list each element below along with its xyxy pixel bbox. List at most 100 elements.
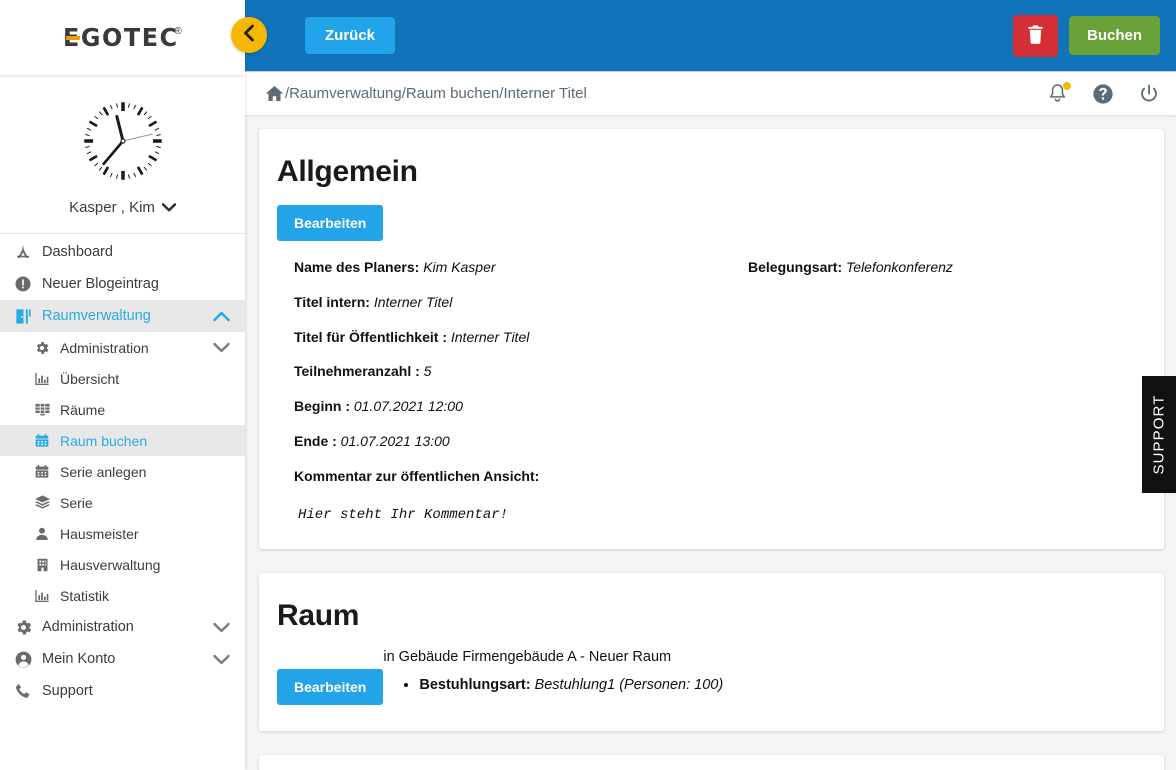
field-label: Titel für Öffentlichkeit :: [294, 328, 447, 345]
field-value: 01.07.2021 13:00: [340, 432, 450, 449]
door-icon: [10, 307, 36, 326]
logo-area[interactable]: EGOTEC ®: [0, 0, 245, 75]
sidebar-item-label: Administration: [42, 619, 134, 635]
card-allgemein: Allgemein Bearbeiten Name des Planers: K…: [259, 129, 1164, 549]
edit-allgemein-button[interactable]: Bearbeiten: [277, 205, 384, 241]
field-value: Telefonkonferenz: [846, 259, 953, 275]
content-area: Allgemein Bearbeiten Name des Planers: K…: [245, 115, 1176, 770]
sidebar: EGOTEC ® Kasper , Kim Dashboard Neuer Bl…: [0, 0, 245, 770]
logo: EGOTEC ®: [63, 25, 182, 50]
field-value: Interner Titel: [373, 293, 453, 310]
notification-badge: [1063, 81, 1071, 90]
delete-button[interactable]: [1012, 14, 1058, 57]
chevron-down-icon[interactable]: [211, 342, 231, 353]
dashboard-icon: [10, 243, 36, 261]
chevron-down-icon: [161, 203, 176, 212]
chart-icon: [30, 371, 54, 387]
sidebar-item-administration[interactable]: Administration: [0, 611, 245, 643]
field-label: Beginn :: [294, 398, 350, 415]
field-label: Titel intern:: [294, 293, 370, 310]
chevron-left-icon: [241, 24, 257, 47]
breadcrumb-actions: [1047, 81, 1160, 105]
sidebar-item-label: Hausverwaltung: [60, 556, 161, 573]
chevron-down-icon[interactable]: [211, 622, 231, 633]
field-value: Interner Titel: [450, 328, 530, 345]
info-icon: [10, 275, 36, 293]
field-value: Bestuhlung1 (Personen: 100): [534, 676, 724, 693]
sidebar-item-support[interactable]: Support: [0, 675, 245, 707]
support-tab[interactable]: SUPPORT: [1142, 376, 1176, 493]
field-label: Belegungsart:: [748, 259, 843, 275]
trash-icon: [1026, 24, 1045, 48]
edit-raum-button[interactable]: Bearbeiten: [277, 668, 384, 705]
sidebar-item-label: Hausmeister: [60, 525, 139, 542]
sidebar-item-hausmeister[interactable]: Hausmeister: [0, 518, 245, 549]
logo-text: EGOTEC: [63, 23, 179, 52]
power-icon[interactable]: [1138, 83, 1160, 105]
sidebar-item-mein-konto[interactable]: Mein Konto: [0, 643, 245, 675]
chevron-down-icon[interactable]: [211, 654, 231, 665]
top-toolbar: Zurück Buchen: [245, 0, 1176, 71]
field-label: Teilnehmeranzahl :: [294, 363, 420, 380]
main-area: Zurück Buchen /Raumverwaltung/Raum buche…: [245, 0, 1176, 770]
raum-building-line: in Gebäude Firmengebäude A - Neuer Raum: [383, 648, 672, 665]
user-name-label: Kasper , Kim: [69, 199, 155, 216]
support-tab-label: SUPPORT: [1150, 394, 1168, 475]
sidebar-nav: Dashboard Neuer Blogeintrag Raumverwaltu…: [0, 234, 245, 707]
sidebar-item-label: Serie anlegen: [60, 463, 147, 480]
gear-icon: [30, 340, 54, 356]
sidebar-item-raumverwaltung[interactable]: Raumverwaltung: [0, 300, 245, 332]
user-panel: Kasper , Kim: [0, 75, 245, 234]
sidebar-item-administration-sub[interactable]: Administration: [0, 332, 245, 363]
sidebar-item-label: Raum buchen: [60, 432, 148, 449]
field-label: Bestuhlungsart:: [419, 676, 531, 693]
card-title: Raum: [277, 598, 360, 632]
user-menu[interactable]: Kasper , Kim: [69, 199, 176, 216]
sidebar-item-label: Mein Konto: [42, 651, 116, 667]
sidebar-item-serie[interactable]: Serie: [0, 487, 245, 518]
allgemein-fields: Name des Planers: Kim Kasper Titel inter…: [277, 259, 1142, 523]
field-teilnehmeranzahl: Teilnehmeranzahl : 5: [294, 363, 742, 380]
raum-body: Bearbeiten in Gebäude Firmengebäude A - …: [277, 649, 1142, 705]
help-icon[interactable]: [1092, 83, 1114, 105]
card-raum: Raum Bearbeiten in Gebäude Firmengebäude…: [259, 572, 1164, 731]
field-value: Kim Kasper: [423, 259, 496, 275]
collapse-sidebar-button[interactable]: [231, 17, 267, 53]
user-icon: [30, 526, 54, 542]
raum-bullet-list: Bestuhlungsart: Bestuhlung1 (Personen: 1…: [383, 677, 1142, 693]
phone-icon: [10, 682, 36, 700]
breadcrumb[interactable]: /Raumverwaltung/Raum buchen/Interner Tit…: [285, 85, 587, 102]
bell-icon[interactable]: [1047, 81, 1071, 105]
book-button[interactable]: Buchen: [1068, 16, 1160, 55]
sidebar-item-label: Neuer Blogeintrag: [42, 276, 159, 292]
field-kommentar-label: Kommentar zur öffentlichen Ansicht:: [294, 468, 742, 485]
sidebar-item-label: Dashboard: [42, 244, 113, 260]
field-belegungsart: Belegungsart: Telefonkonferenz: [748, 259, 1142, 276]
app-root: EGOTEC ® Kasper , Kim Dashboard Neuer Bl…: [0, 0, 1176, 770]
field-label: Name des Planers:: [294, 259, 420, 275]
sidebar-item-label: Administration: [60, 339, 149, 356]
sidebar-item-neuer-blogeintrag[interactable]: Neuer Blogeintrag: [0, 268, 245, 300]
raum-edit-wrap: Bearbeiten: [277, 649, 384, 705]
sidebar-item-serie-anlegen[interactable]: Serie anlegen: [0, 456, 245, 487]
gear-icon: [10, 618, 36, 637]
breadcrumb-bar: /Raumverwaltung/Raum buchen/Interner Tit…: [245, 71, 1176, 115]
sidebar-item-hausverwaltung[interactable]: Hausverwaltung: [0, 549, 245, 580]
sidebar-item-raum-buchen[interactable]: Raum buchen: [0, 425, 245, 456]
field-titel-intern: Titel intern: Interner Titel: [294, 294, 742, 311]
chevron-up-icon[interactable]: [211, 311, 231, 322]
layers-icon: [30, 494, 54, 511]
card-ausstattungen: Ausstattungen: [259, 754, 1164, 770]
field-titel-oeffentlichkeit: Titel für Öffentlichkeit : Interner Tite…: [294, 329, 742, 346]
sidebar-item-label: Statistik: [60, 587, 110, 604]
raum-info: in Gebäude Firmengebäude A - Neuer Raum …: [383, 649, 1142, 693]
home-icon[interactable]: [265, 84, 284, 103]
field-value: 01.07.2021 12:00: [353, 398, 463, 415]
back-button[interactable]: Zurück: [305, 17, 396, 54]
sidebar-item-uebersicht[interactable]: Übersicht: [0, 363, 245, 394]
sidebar-item-label: Support: [42, 683, 93, 699]
sidebar-item-dashboard[interactable]: Dashboard: [0, 236, 245, 268]
sidebar-item-raeume[interactable]: Räume: [0, 394, 245, 425]
allgemein-left-column: Name des Planers: Kim Kasper Titel inter…: [277, 259, 742, 523]
sidebar-item-statistik[interactable]: Statistik: [0, 580, 245, 611]
